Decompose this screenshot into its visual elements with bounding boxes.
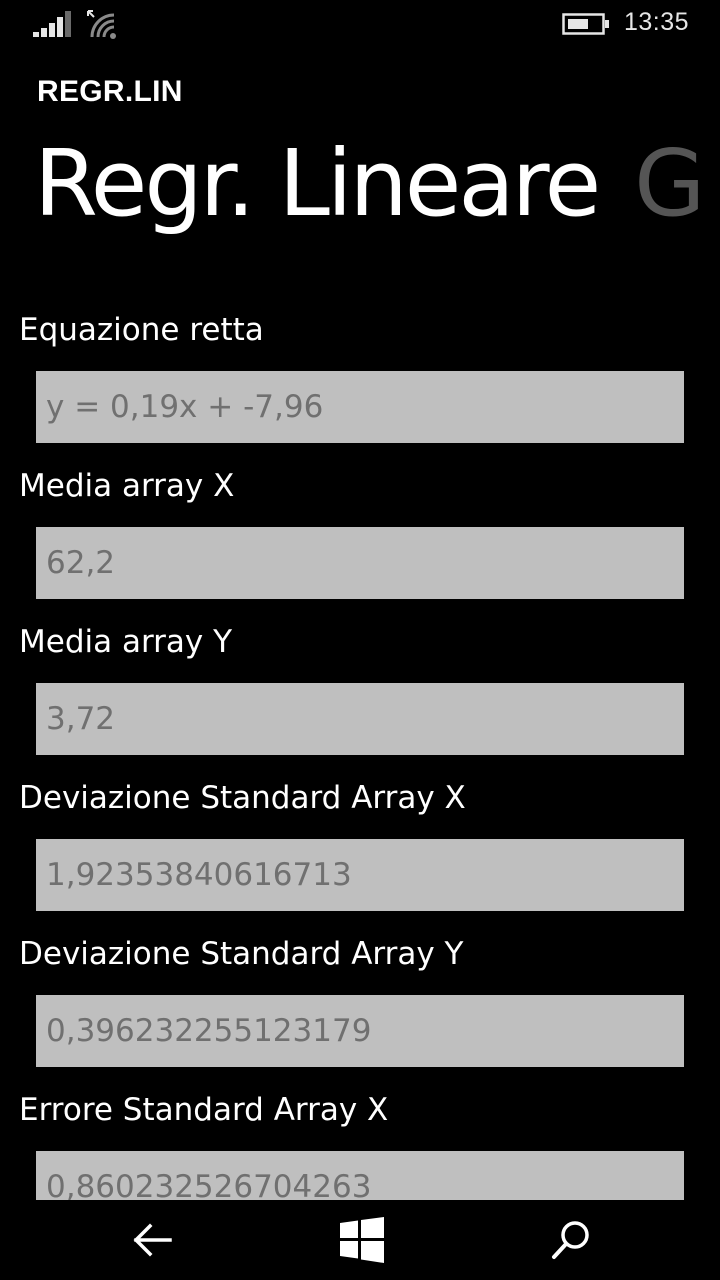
pivot-tab-next[interactable]: G (634, 130, 705, 237)
results-list[interactable]: Equazione retta y = 0,19x + -7,96 Media … (0, 300, 720, 1200)
mean-x-field[interactable]: 62,2 (36, 527, 684, 599)
stddev-x-label: Deviazione Standard Array X (19, 780, 466, 816)
status-bar: 13:35 (0, 0, 720, 50)
stddev-y-value: 0,396232255123179 (46, 1013, 372, 1049)
status-time: 13:35 (624, 8, 690, 36)
back-arrow-icon[interactable] (130, 1218, 176, 1262)
navigation-bar (0, 1200, 720, 1280)
app-title: REGR.LIN (37, 75, 183, 108)
mean-y-label: Media array Y (19, 624, 233, 660)
search-icon[interactable] (548, 1217, 594, 1263)
equation-label: Equazione retta (19, 312, 264, 348)
signal-bars-icon (33, 11, 71, 37)
stderr-x-field[interactable]: 0,860232526704263 (36, 1151, 684, 1200)
equation-field[interactable]: y = 0,19x + -7,96 (36, 371, 684, 443)
stderr-x-value: 0,860232526704263 (46, 1169, 372, 1200)
mean-x-label: Media array X (19, 468, 235, 504)
stddev-y-label: Deviazione Standard Array Y (19, 936, 464, 972)
mean-y-value: 3,72 (46, 701, 116, 737)
stderr-x-label: Errore Standard Array X (19, 1092, 389, 1128)
mean-y-field[interactable]: 3,72 (36, 683, 684, 755)
pivot-tab-regr-lineare[interactable]: Regr. Lineare (34, 130, 601, 237)
stddev-y-field[interactable]: 0,396232255123179 (36, 995, 684, 1067)
mean-x-value: 62,2 (46, 545, 116, 581)
stddev-x-field[interactable]: 1,92353840616713 (36, 839, 684, 911)
phone-screen: 13:35 REGR.LIN Regr. Lineare G Equazione … (0, 0, 720, 1280)
wifi-icon (87, 10, 116, 39)
battery-icon (562, 13, 609, 35)
equation-value: y = 0,19x + -7,96 (46, 389, 324, 425)
stddev-x-value: 1,92353840616713 (46, 857, 352, 893)
windows-logo-icon[interactable] (338, 1216, 386, 1264)
pivot-headers: Regr. Lineare G (34, 124, 705, 244)
